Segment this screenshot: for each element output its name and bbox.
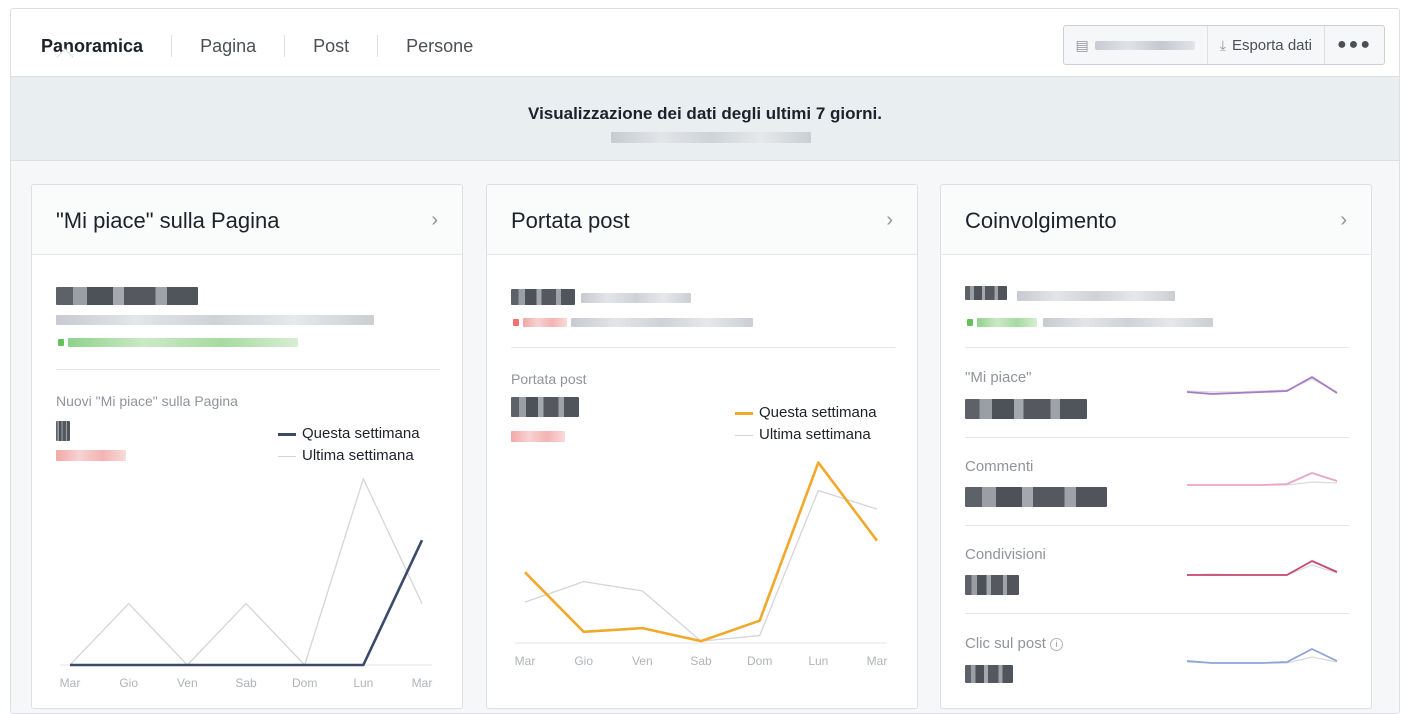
date-range-redacted xyxy=(1094,40,1195,50)
x-tick-label: Gio xyxy=(574,654,593,668)
likes-line-chart: Mar Gio Ven Sab Dom Lun Mar xyxy=(60,478,433,690)
sparkline-last-week xyxy=(1186,378,1338,393)
export-data-button[interactable]: ⤓ Esporta dati xyxy=(1208,26,1325,64)
page-likes-card: "Mi piace" sulla Pagina › Nuovi "Mi piac… xyxy=(31,184,463,709)
x-tick-label: Sab xyxy=(690,654,712,668)
engagement-sparklines xyxy=(1186,376,1338,664)
banner-title: Visualizzazione dei dati degli ultimi 7 … xyxy=(528,104,882,123)
date-range-banner: Visualizzazione dei dati degli ultimi 7 … xyxy=(11,77,1399,161)
x-tick-label: Mar xyxy=(412,676,433,690)
post-reach-card: Portata post › Portata post Questa setti… xyxy=(486,184,918,709)
tab-divider xyxy=(377,35,379,57)
more-icon: ●●● xyxy=(1337,36,1372,53)
series-line-last-week xyxy=(69,478,423,666)
tab-persone[interactable]: Persone xyxy=(406,36,473,57)
x-tick-label: Dom xyxy=(292,676,317,690)
x-tick-label: Mar xyxy=(515,654,536,668)
date-range-button[interactable]: ▤ xyxy=(1064,26,1208,64)
series-line-this-week xyxy=(524,461,879,643)
x-tick-label: Mar xyxy=(60,676,81,690)
calendar-icon: ▤ xyxy=(1075,36,1089,53)
x-tick-label: Mar xyxy=(867,654,888,668)
tab-post[interactable]: Post xyxy=(313,36,349,57)
banner-date-redacted xyxy=(611,132,811,143)
sparkline-last-week xyxy=(1186,564,1338,576)
tab-pagina[interactable]: Pagina xyxy=(200,36,256,57)
x-tick-label: Ven xyxy=(632,654,653,668)
tab-bar: Panoramica Pagina Post Persone xyxy=(41,35,473,57)
export-data-label: Esporta dati xyxy=(1231,36,1312,54)
sparkline-this-week xyxy=(1186,648,1338,664)
x-tick-label: Sab xyxy=(235,676,257,690)
series-line-this-week xyxy=(70,539,424,667)
top-navigation: Panoramica Pagina Post Persone ▤ ⤓ Espor… xyxy=(11,9,1399,77)
engagement-card: Coinvolgimento › "Mi piace" Commenti Con… xyxy=(940,184,1372,709)
tab-divider xyxy=(171,35,173,57)
x-tick-label: Dom xyxy=(747,654,772,668)
more-options-button[interactable]: ●●● xyxy=(1325,26,1384,64)
sparkline-this-week xyxy=(1187,560,1338,576)
reach-line-chart: Mar Gio Ven Sab Dom Lun Mar xyxy=(515,461,888,668)
x-tick-label: Gio xyxy=(119,676,138,690)
series-line-last-week xyxy=(524,489,878,642)
tab-divider xyxy=(284,35,286,57)
tab-panoramica[interactable]: Panoramica xyxy=(41,36,143,57)
download-icon: ⤓ xyxy=(1219,36,1226,53)
insights-panel: Panoramica Pagina Post Persone ▤ ⤓ Espor… xyxy=(10,8,1400,714)
x-tick-label: Lun xyxy=(353,676,373,690)
x-tick-label: Lun xyxy=(808,654,828,668)
sparkline-this-week xyxy=(1187,472,1338,486)
toolbar: ▤ ⤓ Esporta dati ●●● xyxy=(1062,25,1385,65)
x-tick-label: Ven xyxy=(177,676,198,690)
